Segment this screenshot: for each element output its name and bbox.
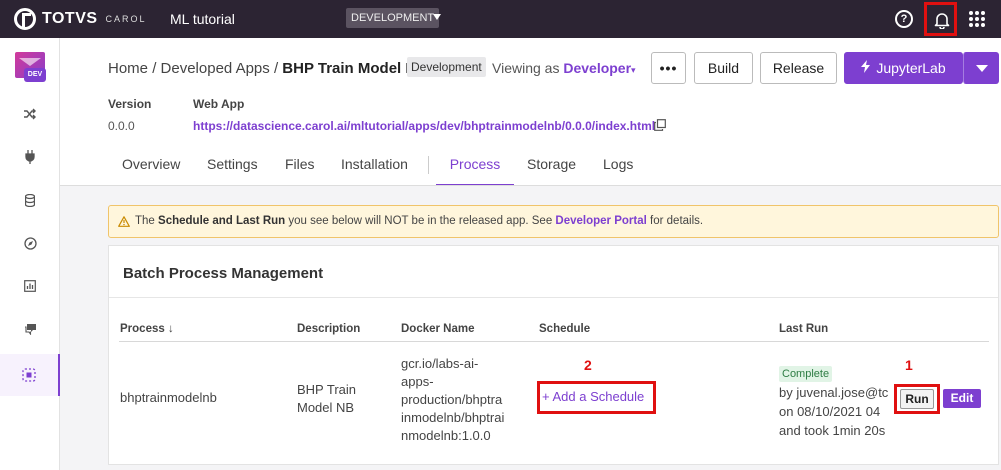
breadcrumb-separator: / — [152, 60, 157, 77]
docker-name-line: production/bhptra — [401, 392, 503, 407]
sidebar: DEV — [0, 38, 60, 470]
breadcrumb: Home / Developed Apps / BHP Train Model … — [108, 60, 427, 77]
process-icon — [22, 368, 36, 382]
last-run-line: on 08/10/2021 04 — [779, 404, 881, 419]
table-header-divider — [119, 341, 989, 342]
copy-icon[interactable] — [654, 119, 666, 131]
column-header-process[interactable]: Process ↓ — [120, 323, 174, 335]
jupyterlab-dropdown-button[interactable] — [963, 52, 999, 84]
alert-text-middle: you see below will NOT be in the release… — [288, 215, 553, 227]
question-circle-icon[interactable]: ? — [895, 10, 913, 28]
lightning-icon — [861, 60, 871, 73]
dev-badge: DEV — [24, 68, 46, 82]
plug-icon — [25, 150, 35, 164]
docker-name: gcr.io/labs-ai- apps- production/bhptra … — [401, 355, 504, 445]
docker-name-line: gcr.io/labs-ai- — [401, 356, 479, 371]
docker-name-line: nmodelnb:1.0.0 — [401, 428, 491, 443]
breadcrumb-home[interactable]: Home — [108, 60, 148, 77]
app-name: ML tutorial — [170, 11, 235, 27]
developer-portal-link[interactable]: Developer Portal — [555, 215, 646, 227]
main-content: Home / Developed Apps / BHP Train Model … — [60, 38, 1001, 470]
tab-bar: Overview Settings Files Installation Pro… — [108, 150, 1001, 186]
alert-text-suffix: for details. — [650, 215, 704, 227]
process-name: bhptrainmodelnb — [120, 390, 217, 405]
tab-installation[interactable]: Installation — [341, 150, 408, 186]
sidebar-item-chart[interactable] — [0, 265, 60, 307]
build-button[interactable]: Build — [694, 52, 753, 84]
add-schedule-link[interactable]: + Add a Schedule — [542, 389, 644, 404]
sidebar-item-process[interactable] — [0, 354, 60, 396]
edit-button[interactable]: Edit — [943, 389, 981, 408]
docker-name-line: apps- — [401, 374, 434, 389]
sidebar-item-shuffle[interactable] — [0, 93, 60, 135]
warning-icon — [118, 216, 130, 227]
sidebar-item-compass[interactable] — [0, 222, 60, 264]
sidebar-item-database[interactable] — [0, 179, 60, 221]
caret-down-icon: ▾ — [631, 65, 636, 75]
viewing-as-role[interactable]: Developer — [563, 60, 631, 76]
jupyterlab-button[interactable]: JupyterLab — [844, 52, 963, 84]
jupyterlab-label: JupyterLab — [876, 60, 946, 76]
card-divider — [109, 297, 998, 298]
card-title: Batch Process Management — [123, 265, 324, 282]
last-run-line: and took 1min 20s — [779, 423, 886, 438]
webapp-label: Web App — [193, 97, 245, 111]
breadcrumb-separator: / — [273, 60, 279, 77]
process-description: BHP Train Model NB — [297, 381, 356, 417]
compass-icon — [23, 236, 37, 250]
tab-process[interactable]: Process — [436, 150, 514, 186]
status-badge: Complete — [779, 366, 833, 382]
description-line: Model NB — [297, 400, 355, 415]
annotation-marker-1: 1 — [905, 357, 913, 373]
bell-icon — [934, 13, 950, 29]
chat-icon — [24, 324, 36, 335]
alert-text-bold: Schedule and Last Run — [158, 215, 286, 227]
environment-selector[interactable]: DEVELOPMENT — [346, 8, 440, 28]
run-highlight: Run — [894, 384, 940, 414]
tab-files[interactable]: Files — [285, 150, 315, 186]
version-value: 0.0.0 — [108, 119, 135, 133]
chart-icon — [24, 280, 36, 292]
environment-tag: Development — [407, 57, 486, 77]
column-header-last-run: Last Run — [779, 323, 829, 335]
totvs-logo[interactable]: TOTVS CAROL — [14, 8, 147, 30]
warning-alert: The Schedule and Last Run you see below … — [108, 205, 999, 238]
column-header-schedule: Schedule — [539, 323, 591, 335]
breadcrumb-developed-apps[interactable]: Developed Apps — [161, 60, 270, 77]
logo-subtext: CAROL — [105, 14, 147, 24]
page-title: BHP Train Model NB — [282, 60, 428, 77]
release-button[interactable]: Release — [760, 52, 837, 84]
shuffle-icon — [24, 108, 36, 120]
totvs-logo-icon — [14, 8, 36, 30]
tab-storage[interactable]: Storage — [527, 150, 576, 186]
annotation-marker-2: 2 — [584, 357, 592, 373]
batch-process-card: Batch Process Management Process ↓ Descr… — [108, 245, 999, 465]
sidebar-item-plug[interactable] — [0, 136, 60, 178]
sidebar-item-chat[interactable] — [0, 308, 60, 350]
viewing-as[interactable]: Viewing as Developer▾ — [492, 60, 636, 76]
database-icon — [25, 193, 35, 207]
run-button[interactable]: Run — [900, 389, 934, 409]
last-run-details: by juvenal.jose@tc on 08/10/2021 04 and … — [779, 383, 894, 440]
alert-text-prefix: The — [135, 215, 155, 227]
chevron-down-icon[interactable] — [433, 14, 441, 20]
docker-name-line: inmodelnb/bhptrai — [401, 410, 505, 425]
tab-divider — [428, 156, 429, 174]
apps-grid-icon[interactable] — [969, 11, 985, 27]
tab-settings[interactable]: Settings — [207, 150, 258, 186]
last-run-line: by juvenal.jose@tc — [779, 385, 889, 400]
version-label: Version — [108, 97, 152, 111]
tab-overview[interactable]: Overview — [122, 150, 180, 186]
column-header-description: Description — [297, 323, 361, 335]
column-header-docker-name: Docker Name — [401, 323, 475, 335]
top-bar: TOTVS CAROL ML tutorial DEVELOPMENT ? — [0, 0, 1001, 38]
more-options-button[interactable]: ••• — [651, 52, 686, 84]
add-schedule-highlight: + Add a Schedule — [537, 381, 656, 414]
description-line: BHP Train — [297, 382, 357, 397]
webapp-link[interactable]: https://datascience.carol.ai/mltutorial/… — [193, 119, 655, 133]
logo-text: TOTVS — [42, 10, 98, 27]
viewing-as-label: Viewing as — [492, 60, 560, 76]
tab-logs[interactable]: Logs — [603, 150, 633, 186]
notifications-button[interactable] — [924, 2, 957, 36]
